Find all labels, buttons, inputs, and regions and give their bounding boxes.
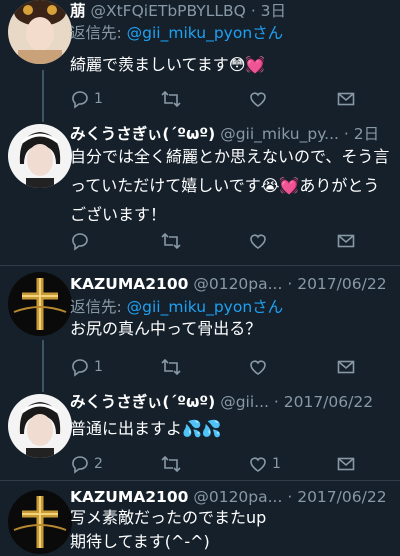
reply-icon <box>72 233 88 251</box>
like-icon <box>250 234 266 249</box>
reply-button[interactable] <box>70 230 90 252</box>
reply-icon <box>72 456 88 474</box>
avatar[interactable] <box>8 490 72 554</box>
thread-line <box>42 340 44 392</box>
reply-prefix: 返信先: <box>70 24 127 42</box>
user-handle[interactable]: @0120pa... <box>193 488 282 506</box>
display-name[interactable]: KAZUMA2100 <box>70 275 188 293</box>
timestamp[interactable]: · 2日 <box>344 125 379 143</box>
tweet-header: 萠 @XtFQiETbPBYLLBQ · 3日 <box>70 0 394 22</box>
retweet-button[interactable] <box>160 230 182 252</box>
like-button[interactable]: 1 <box>248 453 281 475</box>
tweet-header: KAZUMA2100 @0120pa... · 2017/06/22 <box>70 273 394 295</box>
share-icon <box>337 92 355 106</box>
tweet-text: お尻の真ん中って骨出る？ <box>70 319 262 338</box>
display-name[interactable]: みくうさぎぃ(´ºωº) <box>70 125 215 143</box>
retweet-icon <box>161 232 181 250</box>
share-icon <box>337 457 355 471</box>
divider <box>0 480 400 481</box>
timestamp[interactable]: · 2017/06/22 <box>287 275 386 293</box>
timestamp[interactable]: · 2017/06/22 <box>287 488 386 506</box>
like-icon <box>250 457 266 472</box>
thread-line <box>42 70 44 122</box>
display-name[interactable]: 萠 <box>70 2 86 20</box>
tweet-actions: 1 <box>70 88 360 110</box>
reply-to: 返信先: @gii_miku_pyonさん <box>70 22 283 44</box>
share-icon <box>337 234 355 248</box>
reply-count: 1 <box>94 359 103 375</box>
tweet-text: 自分では全く綺麗とか思えないので、そう言っていただけて嬉しいです😭💓ありがとうご… <box>70 147 390 224</box>
share-button[interactable] <box>336 356 356 378</box>
timestamp[interactable]: · 3日 <box>251 2 286 20</box>
retweet-button[interactable] <box>160 88 182 110</box>
reply-button[interactable]: 2 <box>70 453 103 475</box>
tweet-text: 写メ素敵だったのでまたup 期待してます(^-^) <box>70 508 267 551</box>
retweet-button[interactable] <box>160 453 182 475</box>
reply-count: 1 <box>94 91 103 107</box>
reply-icon <box>72 91 88 109</box>
avatar[interactable] <box>8 124 72 188</box>
tweet-actions <box>70 230 360 252</box>
user-handle[interactable]: @gii... <box>220 393 269 411</box>
reply-button[interactable]: 1 <box>70 356 103 378</box>
like-count: 1 <box>272 456 281 472</box>
divider <box>0 265 400 266</box>
retweet-button[interactable] <box>160 356 182 378</box>
display-name[interactable]: みくうさぎぃ(´ºωº) <box>70 393 215 411</box>
retweet-icon <box>161 90 181 108</box>
reply-count: 2 <box>94 456 103 472</box>
reply-button[interactable]: 1 <box>70 88 103 110</box>
user-handle[interactable]: @0120pa... <box>193 275 282 293</box>
tweet-actions: 1 <box>70 356 360 378</box>
tweet-actions: 2 1 <box>70 453 360 475</box>
tweet-header: KAZUMA2100 @0120pa... · 2017/06/22 <box>70 486 394 508</box>
tweet-header: みくうさぎぃ(´ºωº) @gii... · 2017/06/22 <box>70 391 394 413</box>
user-handle[interactable]: @gii_miku_py... <box>220 125 339 143</box>
retweet-icon <box>161 358 181 376</box>
like-icon <box>250 360 266 375</box>
avatar[interactable] <box>8 272 72 336</box>
share-button[interactable] <box>336 230 356 252</box>
tweet-text: 普通に出ますよ💦💦 <box>70 419 222 438</box>
display-name[interactable]: KAZUMA2100 <box>70 488 188 506</box>
share-button[interactable] <box>336 453 356 475</box>
like-button[interactable] <box>248 88 268 110</box>
avatar[interactable] <box>8 0 72 64</box>
timestamp[interactable]: · 2017/06/22 <box>274 393 373 411</box>
share-button[interactable] <box>336 88 356 110</box>
tweet-text: 綺麗で羨ましいてます😳💓 <box>70 55 266 74</box>
share-icon <box>337 360 355 374</box>
like-icon <box>250 92 266 107</box>
avatar[interactable] <box>8 394 72 458</box>
reply-icon <box>72 359 88 377</box>
like-button[interactable] <box>248 356 268 378</box>
user-handle[interactable]: @XtFQiETbPBYLLBQ <box>90 2 245 20</box>
like-button[interactable] <box>248 230 268 252</box>
retweet-icon <box>161 455 181 473</box>
reply-mention-link[interactable]: @gii_miku_pyonさん <box>127 24 284 42</box>
